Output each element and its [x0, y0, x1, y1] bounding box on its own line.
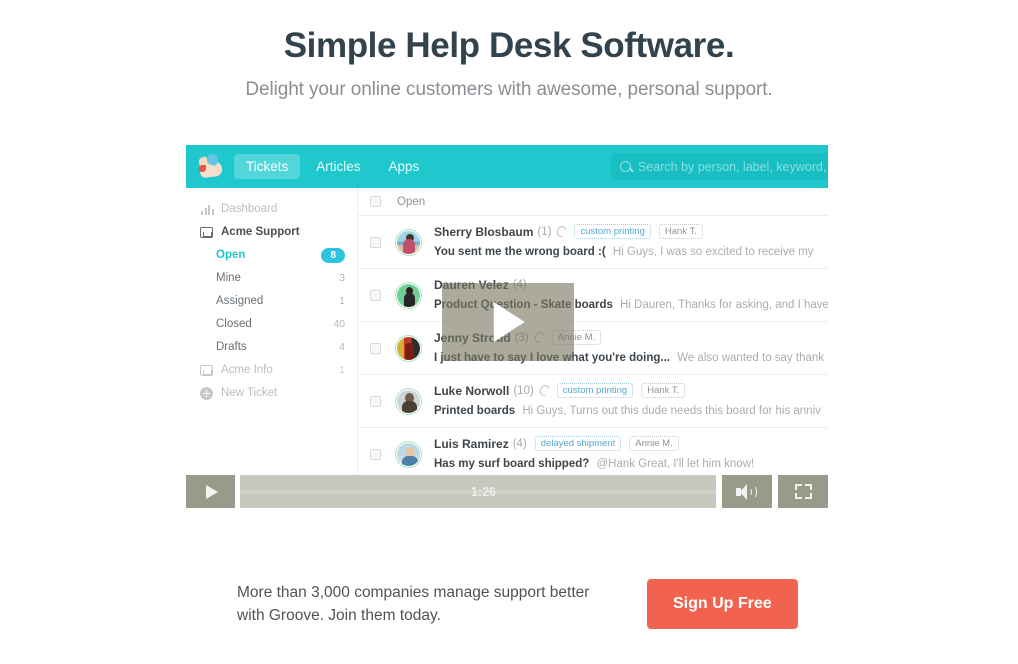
play-icon: [206, 484, 218, 499]
nav-item-apps[interactable]: Apps: [377, 154, 432, 179]
select-all-checkbox[interactable]: [370, 196, 381, 207]
sidebar-item-count: 40: [333, 318, 345, 330]
row-preview: Hi Dauren, Thanks for asking, and I have: [620, 298, 828, 311]
paperclip-icon: [537, 383, 551, 398]
page-title: Simple Help Desk Software.: [283, 26, 735, 65]
sidebar-item-label: Closed: [216, 318, 252, 330]
nav-item-tickets[interactable]: Tickets: [234, 154, 301, 179]
table-row[interactable]: Jenny Stroud (3) Annie M. I just have to…: [358, 322, 828, 375]
search-input[interactable]: Search by person, label, keyword, or phr…: [611, 153, 828, 180]
volume-button[interactable]: [722, 475, 772, 508]
row-checkbox[interactable]: [370, 236, 381, 248]
row-tag[interactable]: custom printing: [574, 224, 651, 239]
table-row[interactable]: Sherry Blosbaum (1) custom printing Hank…: [358, 216, 828, 269]
sidebar-item-count: 1: [339, 364, 345, 376]
table-row[interactable]: Luis Ramirez (4) delayed shipment Annie …: [358, 428, 828, 475]
sidebar-item-acme-info[interactable]: Acme Info 1: [186, 361, 357, 379]
list-title: Open: [397, 195, 426, 208]
sidebar-item-drafts[interactable]: Drafts 4: [186, 338, 357, 356]
avatar: [395, 228, 422, 256]
page-subtitle: Delight your online customers with aweso…: [245, 79, 773, 101]
row-tag[interactable]: Hank T.: [658, 224, 703, 239]
landing-page: Simple Help Desk Software. Delight your …: [0, 0, 1018, 664]
ticket-list-header: Open Sorted by Updated - by N: [358, 188, 828, 216]
sidebar-item-label: Assigned: [216, 295, 264, 307]
chart-icon: [200, 203, 214, 216]
row-message-count: (1): [537, 225, 552, 238]
sidebar: Dashboard Acme Support Open 8 Mine 3 Ass…: [186, 188, 358, 475]
video-controls: 1:26: [186, 475, 828, 508]
sidebar-item-count: 3: [339, 272, 345, 284]
row-sender: Sherry Blosbaum: [434, 224, 534, 239]
table-row[interactable]: Luke Norwoll (10) custom printing Hank T…: [358, 375, 828, 428]
sidebar-item-count: 1: [339, 295, 345, 307]
row-checkbox[interactable]: [370, 448, 381, 460]
avatar: [395, 334, 422, 362]
sidebar-item-label: Mine: [216, 272, 241, 284]
sidebar-item-closed[interactable]: Closed 40: [186, 315, 357, 333]
row-preview: @Hank Great, I'll let him know!: [596, 458, 755, 470]
row-subject: You sent me the wrong board :(: [434, 246, 606, 258]
row-tag[interactable]: delayed shipment: [534, 436, 622, 451]
row-preview: Hi Guys, I was so excited to receive my: [612, 246, 814, 258]
sidebar-item-label: Dashboard: [221, 203, 278, 215]
paperclip-icon: [555, 224, 569, 239]
sidebar-item-dashboard[interactable]: Dashboard: [186, 200, 357, 218]
progress-bar[interactable]: 1:26: [240, 475, 716, 508]
status-badge: 8: [321, 247, 345, 263]
sidebar-item-assigned[interactable]: Assigned 1: [186, 292, 357, 310]
product-video[interactable]: Tickets Articles Apps Search by person, …: [186, 145, 828, 513]
row-checkbox[interactable]: [370, 289, 381, 301]
time-display: 1:26: [470, 484, 497, 499]
sidebar-item-label: Drafts: [216, 341, 247, 353]
row-checkbox[interactable]: [370, 395, 381, 407]
row-message-count: (4): [512, 437, 527, 450]
row-sender: Luke Norwoll: [434, 383, 510, 398]
row-preview: Hi Guys, Turns out this dude needs this …: [522, 405, 821, 417]
inbox-icon: [200, 226, 213, 238]
plus-icon: [200, 386, 213, 400]
row-tag[interactable]: Hank T.: [641, 383, 686, 398]
search-icon: [620, 161, 631, 172]
nav-item-articles[interactable]: Articles: [304, 154, 372, 179]
row-preview: We also wanted to say thank: [677, 352, 825, 364]
volume-icon: [736, 483, 758, 500]
fullscreen-button[interactable]: [778, 475, 828, 508]
row-checkbox[interactable]: [370, 342, 381, 354]
play-button[interactable]: [186, 475, 235, 508]
row-tag[interactable]: custom printing: [556, 383, 634, 398]
groove-bird-logo-icon: [196, 152, 226, 182]
sidebar-item-new-ticket[interactable]: New Ticket: [186, 384, 357, 402]
sidebar-item-label: Acme Support: [221, 226, 300, 238]
search-placeholder: Search by person, label, keyword, or phr…: [638, 159, 828, 174]
inbox-icon: [200, 364, 213, 376]
sidebar-item-mine[interactable]: Mine 3: [186, 269, 357, 287]
row-tag[interactable]: Annie M.: [629, 436, 679, 451]
signup-cta: More than 3,000 companies manage support…: [186, 572, 828, 636]
app-topbar: Tickets Articles Apps Search by person, …: [186, 145, 828, 188]
play-triangle-icon: [493, 302, 525, 342]
avatar: [395, 281, 422, 309]
row-sender: Luis Ramirez: [434, 436, 509, 451]
sidebar-item-open[interactable]: Open 8: [186, 246, 357, 264]
table-row[interactable]: Dauren Velez (4) Product Question - Skat…: [358, 269, 828, 322]
avatar: [395, 440, 422, 468]
sidebar-item-label: Acme Info: [221, 364, 273, 376]
sign-up-free-button[interactable]: Sign Up Free: [647, 579, 798, 629]
ticket-list: Open Sorted by Updated - by N Sherry Blo…: [358, 188, 828, 475]
row-message-count: (10): [513, 384, 534, 397]
avatar: [395, 387, 422, 415]
row-subject: Printed boards: [434, 405, 516, 417]
fullscreen-icon: [794, 484, 812, 499]
video-play-overlay-button[interactable]: [442, 283, 574, 361]
sidebar-item-label: Open: [216, 249, 246, 261]
row-subject: Has my surf board shipped?: [434, 458, 590, 470]
sidebar-item-label: New Ticket: [221, 387, 278, 399]
sidebar-item-count: 4: [339, 341, 345, 353]
sidebar-item-acme-support[interactable]: Acme Support: [186, 223, 357, 241]
cta-text: More than 3,000 companies manage support…: [237, 583, 590, 624]
hero-section: Simple Help Desk Software. Delight your …: [0, 0, 1018, 101]
